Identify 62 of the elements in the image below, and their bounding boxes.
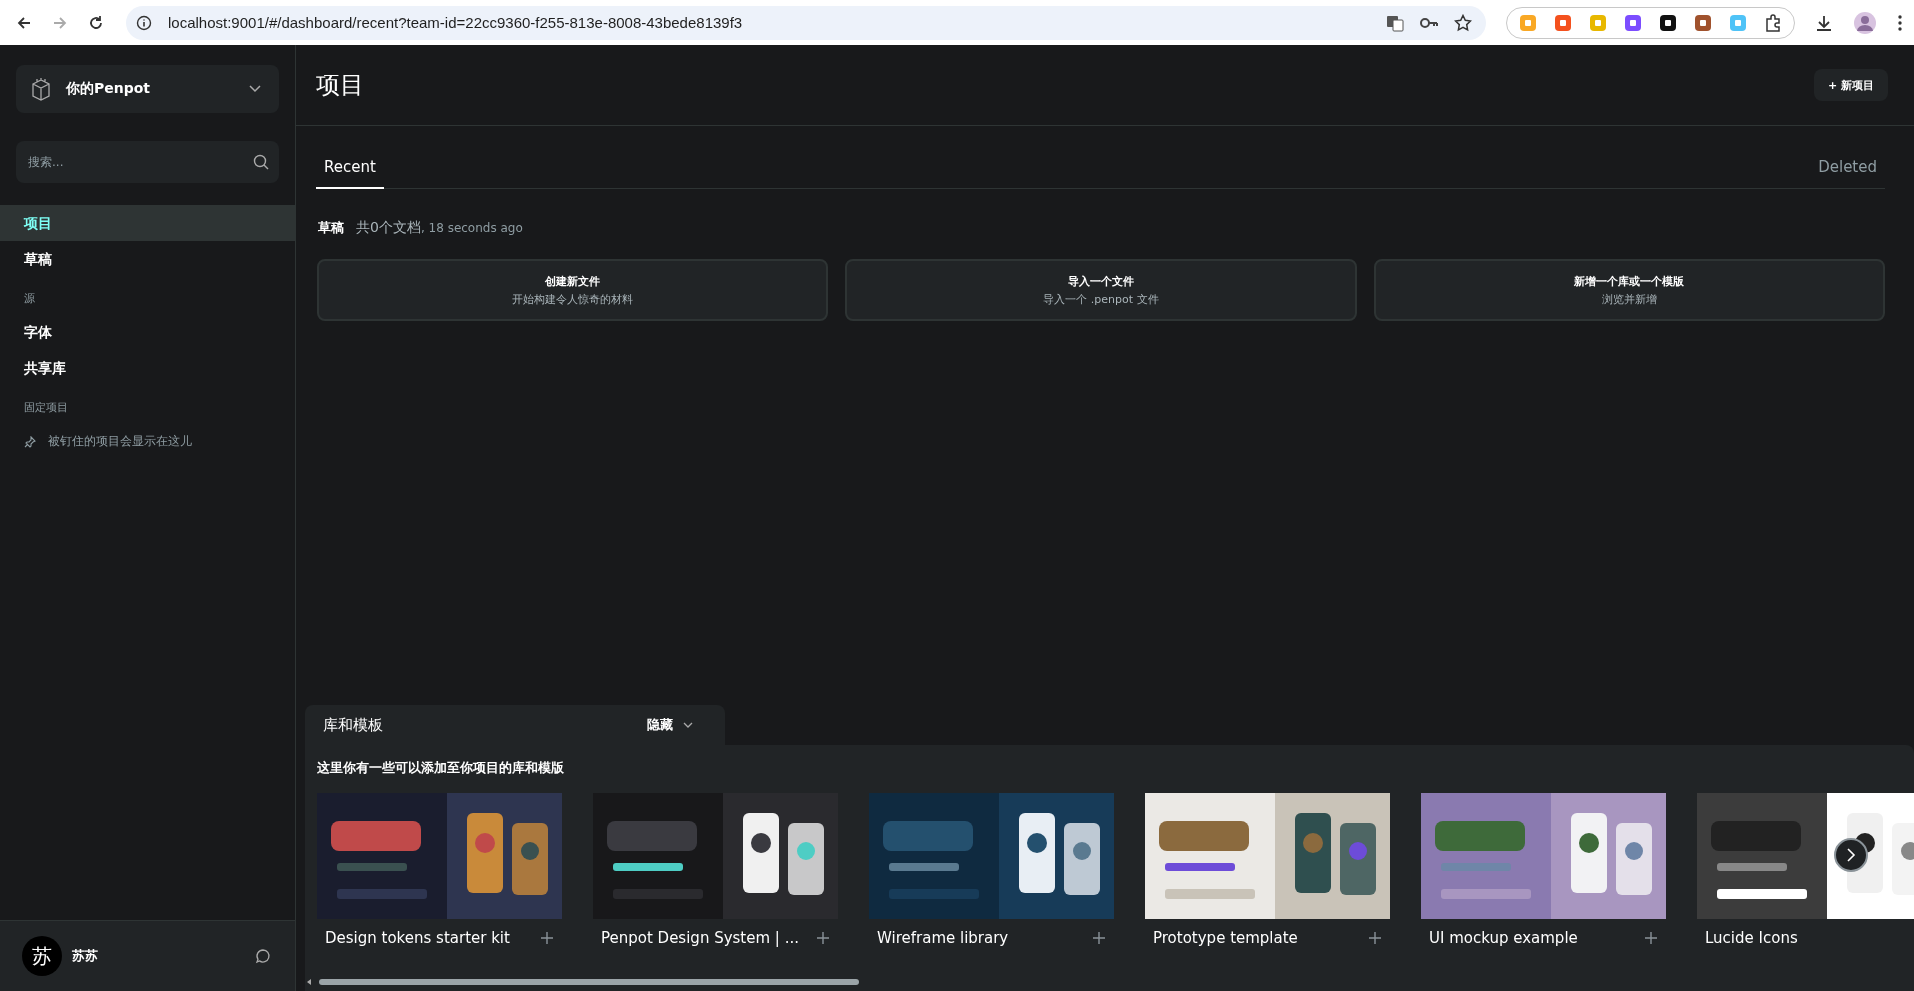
add-icon[interactable] (1092, 931, 1106, 945)
template-name: Penpot Design System | ... (601, 929, 799, 947)
template-name: Prototype template (1153, 929, 1298, 947)
action-subtitle: 开始构建令人惊奇的材料 (512, 291, 634, 307)
team-selector[interactable]: 你的Penpot (16, 65, 279, 113)
template-name: UI mockup example (1429, 929, 1578, 947)
team-name: 你的Penpot (66, 80, 151, 98)
info-icon (136, 14, 152, 31)
action-subtitle: 浏览并新增 (1601, 291, 1657, 307)
key-icon[interactable] (1420, 16, 1438, 29)
add-icon[interactable] (1644, 931, 1658, 945)
user-name: 苏苏 (72, 947, 98, 965)
page-title: 项目 (316, 70, 364, 101)
new-project-button[interactable]: + 新项目 (1813, 69, 1888, 101)
add-icon[interactable] (1368, 931, 1382, 945)
action-card[interactable]: 创建新文件 开始构建令人惊奇的材料 (317, 259, 829, 321)
action-subtitle: 导入一个 .penpot 文件 (1043, 291, 1159, 307)
extension-icon[interactable] (1659, 13, 1677, 32)
tab[interactable]: Deleted (1810, 148, 1885, 188)
more-menu-icon[interactable] (1897, 13, 1903, 32)
chevron-down-icon (683, 722, 693, 728)
puzzle-icon[interactable] (1764, 13, 1782, 32)
drafts-title: 草稿 (318, 219, 344, 237)
pin-icon (24, 435, 36, 448)
address-bar[interactable]: localhost:9001/#/dashboard/recent?team-id=22cc9360-f255-813e-8008-43bede8139f3 (126, 5, 1486, 40)
comment-icon[interactable] (255, 948, 271, 964)
templates-subtitle: 这里你有一些可以添加至你项目的库和模版 (317, 759, 565, 777)
url-text: localhost:9001/#/dashboard/recent?team-id=22cc9360-f255-813e-8008-43bede8139f3 (168, 14, 743, 31)
search-icon[interactable] (253, 154, 269, 170)
action-card[interactable]: 导入一个文件 导入一个 .penpot 文件 (845, 259, 1357, 321)
action-title: 创建新文件 (545, 273, 601, 289)
nav-item[interactable]: 项目 (0, 205, 295, 241)
reload-icon[interactable] (88, 14, 104, 31)
tab[interactable]: Recent (316, 148, 384, 189)
penpot-logo-icon (30, 77, 52, 101)
hide-toggle[interactable]: 隐藏 (643, 712, 697, 738)
profile-avatar-icon[interactable] (1853, 10, 1877, 35)
add-icon[interactable] (816, 931, 830, 945)
file-count: 共0个文档 (356, 219, 421, 235)
section-heading: 源 (23, 291, 36, 307)
template-name: Lucide Icons (1705, 929, 1798, 947)
translate-icon[interactable] (1386, 13, 1404, 32)
templates-title: 库和模板 (323, 715, 383, 735)
nav-item[interactable]: 字体 (0, 314, 295, 350)
action-title: 导入一个文件 (1068, 273, 1134, 289)
template-name: Wireframe library (877, 929, 1009, 947)
template-name: Design tokens starter kit (325, 929, 510, 947)
chevron-down-icon (249, 85, 261, 93)
add-icon[interactable] (540, 931, 554, 945)
star-icon[interactable] (1454, 13, 1472, 32)
action-card[interactable]: 新增一个库或一个模版 浏览并新增 (1373, 259, 1885, 321)
updated-time: , 18 seconds ago (420, 221, 523, 235)
nav-item[interactable]: 草稿 (0, 241, 295, 277)
nav-item[interactable]: 共享库 (0, 350, 295, 386)
download-icon[interactable] (1815, 13, 1833, 32)
action-title: 新增一个库或一个模版 (1574, 273, 1685, 289)
search-field[interactable]: 搜索... (16, 141, 279, 183)
back-icon[interactable] (16, 14, 32, 31)
user-avatar[interactable]: 苏 (22, 936, 62, 976)
section-heading: 固定项目 (23, 400, 69, 416)
next-arrow-button[interactable] (1834, 838, 1868, 872)
pinned-hint: 被钉住的项目会显示在这儿 (48, 433, 192, 450)
